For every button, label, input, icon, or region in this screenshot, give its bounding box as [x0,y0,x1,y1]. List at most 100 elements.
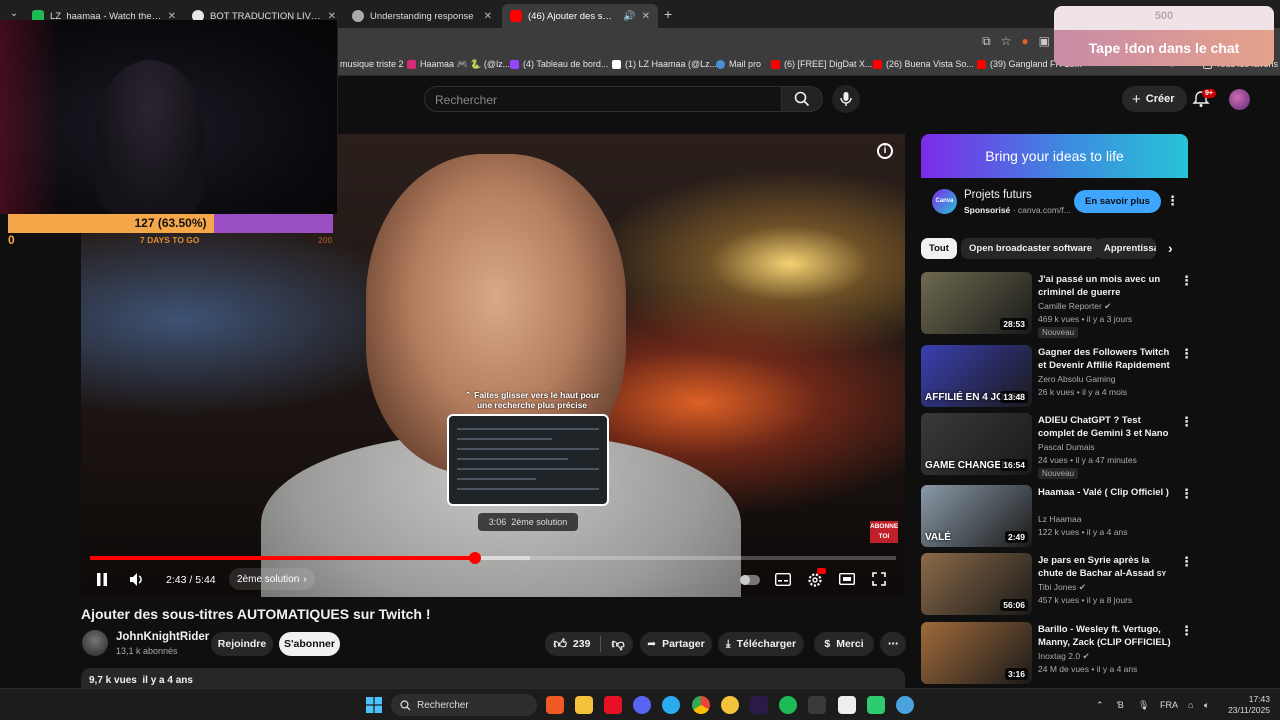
app-icon[interactable] [604,696,622,714]
download-button[interactable]: ⤓ Télécharger [718,632,804,656]
recommendation-title[interactable]: Gagner des Followers Twitch et Devenir A… [1038,346,1172,372]
recommendation-thumbnail[interactable]: AFFILIÉ EN 4 JOURS 13:48 [921,345,1032,407]
ad-banner-image[interactable]: Bring your ideas to life [921,134,1188,178]
app-icon[interactable] [721,696,739,714]
bookmark-item[interactable]: (1) LZ Haamaa (@Lz... [612,59,717,69]
new-tab-button[interactable]: + [664,6,672,22]
create-button[interactable]: + Créer [1122,86,1187,112]
windows-start-icon[interactable] [366,697,382,713]
recommendation-channel[interactable]: Camille Reporter ✔ [1038,301,1111,312]
browser-tab-active[interactable]: (46) Ajouter des sous-titres 🔊 ✕ [502,4,658,28]
search-input[interactable]: Rechercher [424,86,782,112]
discord-icon[interactable] [633,696,651,714]
recommendation-channel[interactable]: Pascal Dumais [1038,442,1095,452]
more-vertical-icon[interactable]: ⋮ [1180,487,1193,500]
recommendation-item[interactable]: 28:53 J'ai passé un mois avec un criminel… [921,272,1193,338]
account-avatar[interactable] [1229,89,1250,110]
theater-mode-icon[interactable] [839,573,855,585]
recommendation-channel[interactable]: Tibi Jones ✔ [1038,582,1086,593]
chip-all[interactable]: Tout [921,238,957,259]
more-vertical-icon[interactable]: ⋮ [1180,274,1193,287]
language-indicator[interactable]: FRA [1160,700,1178,710]
bookmark-item[interactable]: Mail pro [716,59,761,69]
recommendation-item[interactable]: 56:06 Je pars en Syrie après la chute de … [921,553,1193,615]
spotify-icon[interactable] [779,696,797,714]
bookmark-item[interactable]: Haamaa 🎮 🐍 (@lz... [407,59,510,70]
volume-icon[interactable] [129,572,145,587]
recommendation-thumbnail[interactable]: 3:16 [921,622,1032,684]
recommendation-title[interactable]: J'ai passé un mois avec un criminel de g… [1038,273,1172,299]
more-actions-button[interactable]: ⋯ [880,632,906,656]
chevron-up-icon[interactable]: ⌃ [1096,700,1104,711]
app-icon[interactable] [867,696,885,714]
chip-learning[interactable]: Apprentissa [1096,238,1156,259]
ad-cta-button[interactable]: En savoir plus [1074,190,1161,213]
recommendation-thumbnail[interactable]: 56:06 [921,553,1032,615]
chrome-icon[interactable] [692,696,710,714]
recommendation-channel[interactable]: Lz Haamaa [1038,514,1081,524]
bookmark-item[interactable]: (6) [FREE] DigDat X... [771,59,873,69]
chevron-right-icon[interactable]: › [1168,241,1173,255]
bookmark-item[interactable]: (4) Tableau de bord... [510,59,608,69]
system-clock[interactable]: 17:43 23/11/2025 [1226,694,1270,716]
browser-tab-3[interactable]: Understanding response ✕ [344,4,500,28]
bookmark-item[interactable]: musique triste 2 [340,59,404,69]
more-vertical-icon[interactable]: ⋮ [1180,555,1193,568]
speaker-icon[interactable]: 🔊 [623,11,635,22]
network-icon[interactable]: ⌂ [1188,700,1193,710]
more-vertical-icon[interactable]: ⋮ [1180,347,1193,360]
recommendation-thumbnail[interactable]: 28:53 [921,272,1032,334]
bookmark-item[interactable]: (26) Buena Vista So... [873,59,974,69]
more-vertical-icon[interactable]: ⋮ [1180,415,1193,428]
fullscreen-icon[interactable] [872,572,886,586]
subscribe-button[interactable]: S'abonner [279,632,340,656]
progress-bar[interactable] [90,556,896,560]
voice-search-button[interactable] [832,85,860,113]
telegram-icon[interactable] [662,696,680,714]
recommendation-item[interactable]: VALÉ 2:49 Haamaa - Valé ( Clip Officiel ) L… [921,485,1193,547]
recommendation-title[interactable]: ADIEU ChatGPT ? Test complet de Gemini 3… [1038,414,1172,441]
app-icon[interactable] [750,696,768,714]
channel-name[interactable]: JohnKnightRider [116,631,209,643]
more-vertical-icon[interactable]: ⋮ [1180,624,1193,637]
thanks-button[interactable]: $ Merci [814,632,874,656]
recommendation-channel[interactable]: Inoxtag 2.0 ✔ [1038,651,1090,662]
app-icon[interactable] [896,696,914,714]
settings-gear-icon[interactable] [807,572,823,588]
extension-puzzle-icon[interactable]: ▣ [1039,34,1050,49]
app-icon[interactable] [808,696,826,714]
recommendation-thumbnail[interactable]: GAME CHANGER 16:54 [921,413,1032,475]
close-tab-icon[interactable]: ✕ [484,11,492,22]
chip-obs[interactable]: Open broadcaster software [961,238,1101,259]
taskbar-search[interactable]: Rechercher [391,694,537,716]
tray-app-icon[interactable]: Ɓ [1117,700,1124,710]
bookmark-star-icon[interactable]: ☆ [1001,34,1012,49]
extension-icon[interactable]: ● [1021,34,1028,49]
pause-icon[interactable] [96,573,108,586]
recommendation-item[interactable]: AFFILIÉ EN 4 JOURS 13:48 Gagner des Follow… [921,345,1193,407]
brave-icon[interactable] [546,696,564,714]
recommendation-item[interactable]: GAME CHANGER 16:54 ADIEU ChatGPT ? Test co… [921,413,1193,479]
recommendation-channel[interactable]: Zero Absolu Gaming [1038,374,1115,384]
recommendation-title[interactable]: Barillo - Wesley ft. Vertugo, Manny, Zac… [1038,623,1172,649]
cast-icon[interactable]: ⧉ [982,34,991,49]
recommendation-title[interactable]: Je pars en Syrie après la chute de Bacha… [1038,554,1172,581]
recommendation-item[interactable]: 3:16 Barillo - Wesley ft. Vertugo, Manny,… [921,622,1193,684]
info-icon[interactable]: i [877,143,893,159]
microphone-icon[interactable]: 🎙︎ [1138,700,1149,711]
autoplay-toggle[interactable] [740,575,760,585]
ad-menu-icon[interactable]: ⋮ [1166,194,1179,207]
join-button[interactable]: Rejoindre [211,632,273,656]
channel-avatar[interactable] [82,630,108,656]
file-explorer-icon[interactable] [575,696,593,714]
close-tab-icon[interactable]: ✕ [642,11,650,22]
dislike-button[interactable]: 👎︎ [611,636,624,652]
search-button[interactable] [781,86,823,112]
recommendation-title[interactable]: Haamaa - Valé ( Clip Officiel ) [1038,486,1172,499]
like-button[interactable]: 👍︎ 239 [553,636,590,652]
subtitles-icon[interactable] [775,573,791,586]
recommendation-thumbnail[interactable]: VALÉ 2:49 [921,485,1032,547]
speaker-icon[interactable]: 🔈︎ [1204,700,1209,711]
app-icon[interactable] [838,696,856,714]
share-button[interactable]: ➦ Partager [640,632,712,656]
